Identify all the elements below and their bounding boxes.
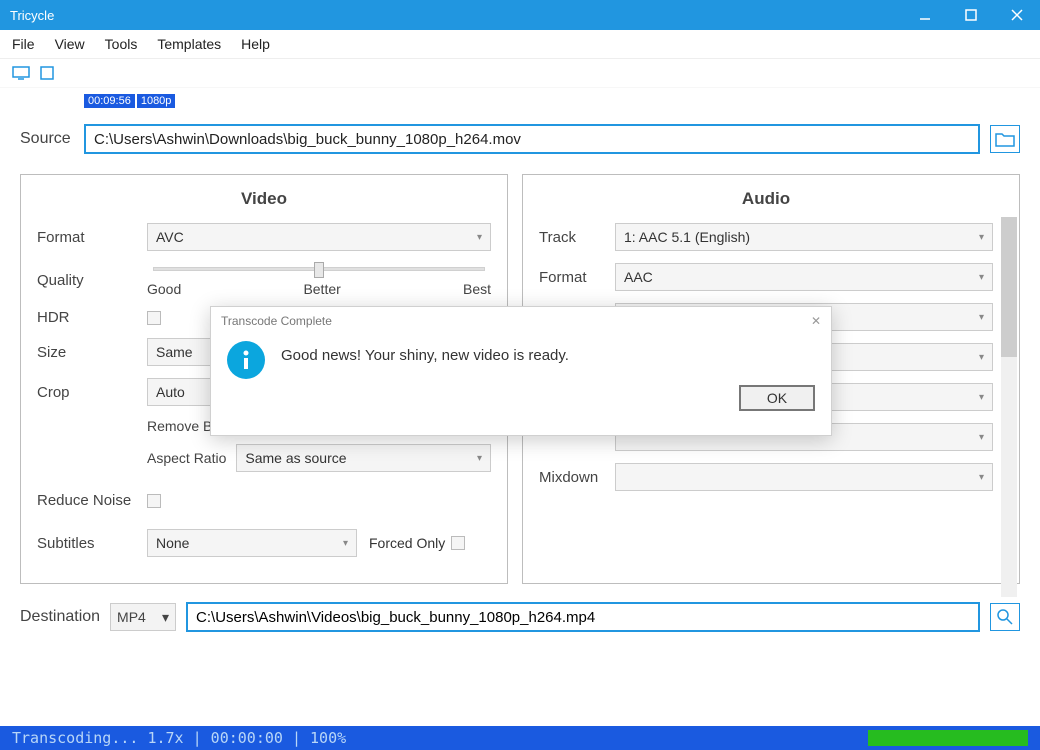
dialog-close-button[interactable]: ✕: [811, 314, 821, 328]
quality-best: Best: [463, 281, 491, 297]
menu-file[interactable]: File: [12, 36, 35, 52]
hdr-checkbox[interactable]: [147, 311, 161, 325]
destination-label: Destination: [20, 608, 100, 626]
hdr-label: HDR: [37, 309, 147, 326]
video-format-select[interactable]: AVC▾: [147, 223, 491, 251]
crop-label: Crop: [37, 384, 147, 401]
audio-track-label: Track: [539, 229, 615, 246]
audio-scrollbar[interactable]: [1001, 217, 1017, 597]
subtitles-label: Subtitles: [37, 535, 147, 552]
window-icon[interactable]: [38, 66, 56, 80]
resolution-badge: 1080p: [137, 94, 176, 108]
statusbar: Transcoding... 1.7x | 00:00:00 | 100%: [0, 726, 1040, 750]
source-browse-button[interactable]: [990, 125, 1020, 153]
aspect-ratio-label: Aspect Ratio: [147, 450, 226, 466]
ok-button[interactable]: OK: [739, 385, 815, 411]
forced-only-checkbox[interactable]: [451, 536, 465, 550]
video-quality-label: Quality: [37, 272, 147, 289]
titlebar: Tricycle: [0, 0, 1040, 30]
audio-extra-select-4[interactable]: ▾: [615, 463, 993, 491]
reduce-noise-checkbox[interactable]: [147, 494, 161, 508]
chevron-down-icon: ▾: [477, 232, 482, 243]
chevron-down-icon: ▾: [979, 272, 984, 283]
chevron-down-icon: ▾: [979, 352, 984, 363]
search-icon: [996, 608, 1014, 626]
audio-track-select[interactable]: 1: AAC 5.1 (English)▾: [615, 223, 993, 251]
chevron-down-icon: ▾: [979, 232, 984, 243]
status-text: Transcoding... 1.7x | 00:00:00 | 100%: [12, 729, 868, 747]
titlebar-title: Tricycle: [10, 8, 902, 23]
chevron-down-icon: ▾: [979, 432, 984, 443]
video-panel-title: Video: [37, 189, 491, 209]
maximize-button[interactable]: [948, 0, 994, 30]
chevron-down-icon: ▾: [343, 538, 348, 549]
menu-tools[interactable]: Tools: [105, 36, 138, 52]
menu-templates[interactable]: Templates: [157, 36, 221, 52]
destination-input[interactable]: [186, 602, 980, 632]
info-icon: [227, 341, 265, 379]
folder-icon: [995, 131, 1015, 147]
audio-format-select[interactable]: AAC▾: [615, 263, 993, 291]
forced-only-label: Forced Only: [369, 535, 445, 551]
progress-bar: [868, 730, 1028, 746]
display-icon[interactable]: [12, 66, 30, 80]
chevron-down-icon: ▾: [979, 392, 984, 403]
reduce-noise-label: Reduce Noise: [37, 492, 147, 509]
transcode-complete-dialog: Transcode Complete ✕ Good news! Your shi…: [210, 306, 832, 436]
dialog-message: Good news! Your shiny, new video is read…: [281, 341, 569, 364]
close-button[interactable]: [994, 0, 1040, 30]
source-badges: 00:09:56 1080p: [84, 94, 175, 108]
video-format-label: Format: [37, 229, 147, 246]
menu-view[interactable]: View: [55, 36, 85, 52]
source-input[interactable]: [84, 124, 980, 154]
minimize-button[interactable]: [902, 0, 948, 30]
chevron-down-icon: ▾: [162, 609, 169, 626]
chevron-down-icon: ▾: [979, 312, 984, 323]
quality-slider[interactable]: Good Better Best: [147, 263, 491, 297]
container-select[interactable]: MP4▾: [110, 603, 176, 631]
audio-mixdown-label: Mixdown: [539, 469, 615, 486]
menu-help[interactable]: Help: [241, 36, 270, 52]
quality-better: Better: [303, 281, 340, 297]
size-label: Size: [37, 344, 147, 361]
dialog-title: Transcode Complete: [221, 314, 332, 328]
menubar: File View Tools Templates Help: [0, 30, 1040, 58]
chevron-down-icon: ▾: [979, 472, 984, 483]
duration-badge: 00:09:56: [84, 94, 135, 108]
chevron-down-icon: ▾: [477, 453, 482, 464]
aspect-ratio-select[interactable]: Same as source▾: [236, 444, 491, 472]
audio-format-label: Format: [539, 269, 615, 286]
quality-good: Good: [147, 281, 181, 297]
audio-panel-title: Audio: [539, 189, 993, 209]
source-label: Source: [20, 130, 74, 148]
destination-browse-button[interactable]: [990, 603, 1020, 631]
toolbar: [0, 58, 1040, 88]
subtitles-select[interactable]: None▾: [147, 529, 357, 557]
